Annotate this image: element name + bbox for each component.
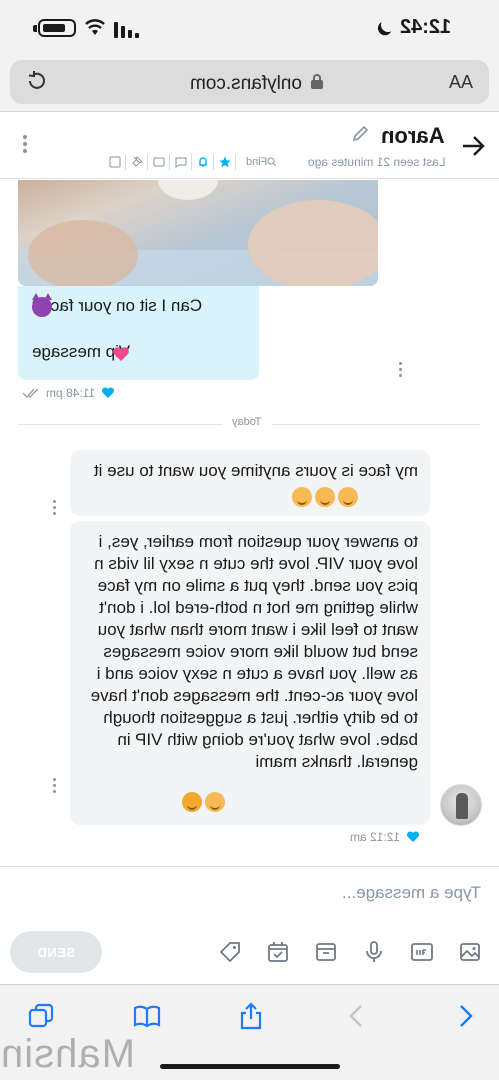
tabs-icon[interactable] <box>26 1001 56 1031</box>
find-button[interactable]: Find <box>236 154 277 170</box>
gif-icon[interactable] <box>410 940 434 964</box>
back-arrow-icon[interactable] <box>461 135 485 157</box>
last-seen-status: Last seen 21 minutes ago <box>307 155 445 169</box>
price-tag-icon[interactable] <box>218 940 242 964</box>
smirk-emoji-icon <box>205 792 225 812</box>
status-time: 12:42 <box>399 16 451 38</box>
pin-icon[interactable] <box>126 154 148 170</box>
smiling-blush-emoji-icon <box>338 487 358 507</box>
find-label: Find <box>246 156 268 168</box>
message-options-icon[interactable] <box>52 500 58 518</box>
bookmarks-icon[interactable] <box>132 1001 162 1031</box>
smiling-blush-emoji-icon <box>315 487 335 507</box>
incoming-message-line1: Can I sit on your face? <box>32 296 203 315</box>
contact-name[interactable]: Aaron <box>381 123 445 149</box>
address-bar[interactable]: onlyfans.com AA <box>10 60 489 104</box>
incoming-message-time: 11:48 pm <box>46 386 96 400</box>
composer-tools <box>218 937 482 967</box>
edit-pencil-icon[interactable] <box>351 125 369 143</box>
gallery-icon[interactable] <box>104 154 126 170</box>
devil-emoji-icon <box>32 293 52 317</box>
message-input[interactable] <box>10 873 490 913</box>
battery-tip <box>33 25 37 32</box>
media-attachment[interactable] <box>18 180 378 286</box>
image-upload-icon[interactable] <box>458 940 482 964</box>
send-button[interactable]: SEND <box>10 931 102 973</box>
outgoing-message: my face is yours anytime you want to use… <box>70 450 430 516</box>
message-icon[interactable] <box>170 154 192 170</box>
search-icon <box>267 157 277 167</box>
status-bar: 12:42 <box>0 0 499 56</box>
send-button-label: SEND <box>36 944 76 960</box>
blowing-kiss-emoji-icon <box>182 792 202 812</box>
outgoing-emoji-row <box>292 487 358 507</box>
outgoing-emoji-row <box>182 792 225 812</box>
lock-icon <box>311 74 323 89</box>
sparkling-heart-emoji-icon <box>112 346 130 362</box>
do-not-disturb-icon <box>379 16 397 34</box>
vault-icon[interactable] <box>314 940 338 964</box>
schedule-calendar-icon[interactable] <box>266 940 290 964</box>
date-divider-label: Today <box>222 416 272 428</box>
text-size-button[interactable]: AA <box>449 72 473 93</box>
chat-header-toolbar: Find <box>104 153 277 171</box>
url-text[interactable]: onlyfans.com <box>190 73 302 95</box>
outgoing-message-text: to answer your question from earlier, ye… <box>90 532 418 771</box>
home-indicator[interactable] <box>160 1064 340 1069</box>
message-composer: Type a message... SEND <box>0 866 499 984</box>
incoming-message-line2: Vip message <box>32 342 130 361</box>
outgoing-message-meta: 12:12 am <box>350 830 420 844</box>
chat-options-icon[interactable] <box>22 135 28 157</box>
tag-icon[interactable] <box>148 154 170 170</box>
message-options-icon[interactable] <box>52 778 58 796</box>
notification-bell-icon[interactable] <box>192 154 214 170</box>
microphone-icon[interactable] <box>362 940 386 964</box>
outgoing-message-time: 12:12 am <box>350 830 401 844</box>
share-icon[interactable] <box>236 1001 266 1031</box>
battery-icon <box>38 19 76 37</box>
avatar[interactable] <box>440 784 482 826</box>
favorite-star-icon[interactable] <box>214 154 236 170</box>
incoming-message-meta: 11:48 pm <box>22 384 115 402</box>
reload-icon[interactable] <box>26 70 48 92</box>
watermark: Mahsin <box>0 1032 135 1076</box>
liked-heart-icon[interactable] <box>406 831 420 843</box>
message-options-icon[interactable] <box>398 362 404 380</box>
back-nav-icon[interactable] <box>342 1001 372 1031</box>
chat-header: Aaron Last seen 21 minutes ago Find <box>0 113 499 179</box>
wifi-icon <box>85 19 105 35</box>
forward-nav-icon[interactable] <box>450 1001 480 1031</box>
smiling-blush-emoji-icon <box>292 487 312 507</box>
outgoing-message: to answer your question from earlier, ye… <box>70 521 430 825</box>
liked-heart-icon[interactable] <box>101 387 115 399</box>
incoming-message: Can I sit on your face? Vip message <box>18 286 259 380</box>
read-check-icon <box>22 388 39 398</box>
browser-toolbar: onlyfans.com AA <box>0 56 499 112</box>
outgoing-message-text: my face is yours anytime you want to use… <box>93 461 418 480</box>
cellular-signal-icon <box>114 22 139 38</box>
